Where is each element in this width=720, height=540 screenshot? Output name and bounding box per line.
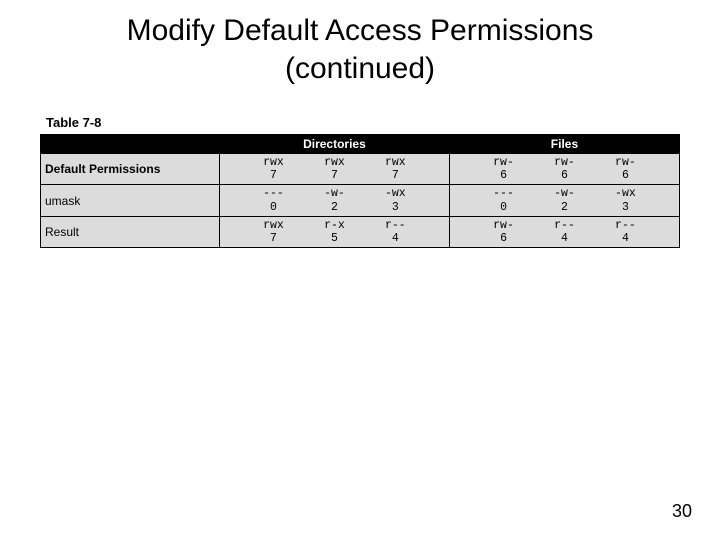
row-label-result: Result [41, 216, 220, 247]
table-label: Table 7-8 [46, 115, 680, 130]
triplet-grid: rwx rwx rwx 7 7 7 [246, 156, 423, 182]
perm-num: 5 [307, 232, 362, 245]
triplet-grid: --- -w- -wx 0 2 3 [476, 187, 653, 213]
perm-num: 2 [307, 201, 362, 214]
perm-sym: r-- [598, 219, 653, 232]
perm-num: 4 [368, 232, 423, 245]
triplet-grid: rwx r-x r-- 7 5 4 [246, 219, 423, 245]
perm-num: 7 [368, 169, 423, 182]
title-line-1: Modify Default Access Permissions [127, 14, 594, 47]
perm-num: 7 [246, 169, 301, 182]
perm-num: 6 [476, 169, 531, 182]
perm-sym: rwx [307, 156, 362, 169]
perm-sym: r-- [368, 219, 423, 232]
triplet-grid: rw- rw- rw- 6 6 6 [476, 156, 653, 182]
perm-sym: rwx [246, 156, 301, 169]
perm-sym: --- [476, 187, 531, 200]
perm-sym: rw- [476, 156, 531, 169]
perm-sym: -w- [537, 187, 592, 200]
perm-sym: --- [246, 187, 301, 200]
perm-sym: r-- [537, 219, 592, 232]
perm-num: 2 [537, 201, 592, 214]
perm-sym: rwx [368, 156, 423, 169]
cell-default-file: rw- rw- rw- 6 6 6 [449, 154, 679, 185]
perm-num: 3 [368, 201, 423, 214]
perm-sym: -wx [598, 187, 653, 200]
cell-umask-file: --- -w- -wx 0 2 3 [449, 185, 679, 216]
header-files: Files [449, 135, 679, 154]
triplet-grid: rw- r-- r-- 6 4 4 [476, 219, 653, 245]
cell-default-dir: rwx rwx rwx 7 7 7 [219, 154, 449, 185]
perm-num: 6 [598, 169, 653, 182]
perm-num: 6 [537, 169, 592, 182]
cell-result-dir: rwx r-x r-- 7 5 4 [219, 216, 449, 247]
perm-sym: -w- [307, 187, 362, 200]
table-row: Default Permissions rwx rwx rwx 7 7 7 rw… [41, 154, 680, 185]
perm-sym: rw- [598, 156, 653, 169]
row-label-umask: umask [41, 185, 220, 216]
header-blank [41, 135, 220, 154]
header-directories: Directories [219, 135, 449, 154]
title-line-2: (continued) [285, 52, 435, 85]
table-row: Result rwx r-x r-- 7 5 4 rw- r-- [41, 216, 680, 247]
perm-num: 6 [476, 232, 531, 245]
table-row: umask --- -w- -wx 0 2 3 --- -w- [41, 185, 680, 216]
perm-sym: r-x [307, 219, 362, 232]
table-header-row: Directories Files [41, 135, 680, 154]
slide-title: Modify Default Access Permissions (conti… [0, 0, 720, 87]
perm-num: 0 [476, 201, 531, 214]
perm-sym: rw- [476, 219, 531, 232]
perm-sym: rw- [537, 156, 592, 169]
perm-sym: -wx [368, 187, 423, 200]
perm-num: 4 [537, 232, 592, 245]
perm-sym: rwx [246, 219, 301, 232]
page-number: 30 [672, 501, 692, 522]
row-label-default: Default Permissions [41, 154, 220, 185]
perm-num: 7 [307, 169, 362, 182]
perm-num: 3 [598, 201, 653, 214]
perm-num: 7 [246, 232, 301, 245]
cell-umask-dir: --- -w- -wx 0 2 3 [219, 185, 449, 216]
permissions-table: Directories Files Default Permissions rw… [40, 134, 680, 248]
perm-num: 4 [598, 232, 653, 245]
triplet-grid: --- -w- -wx 0 2 3 [246, 187, 423, 213]
cell-result-file: rw- r-- r-- 6 4 4 [449, 216, 679, 247]
table-wrapper: Table 7-8 Directories Files Default Perm… [40, 115, 680, 248]
perm-num: 0 [246, 201, 301, 214]
